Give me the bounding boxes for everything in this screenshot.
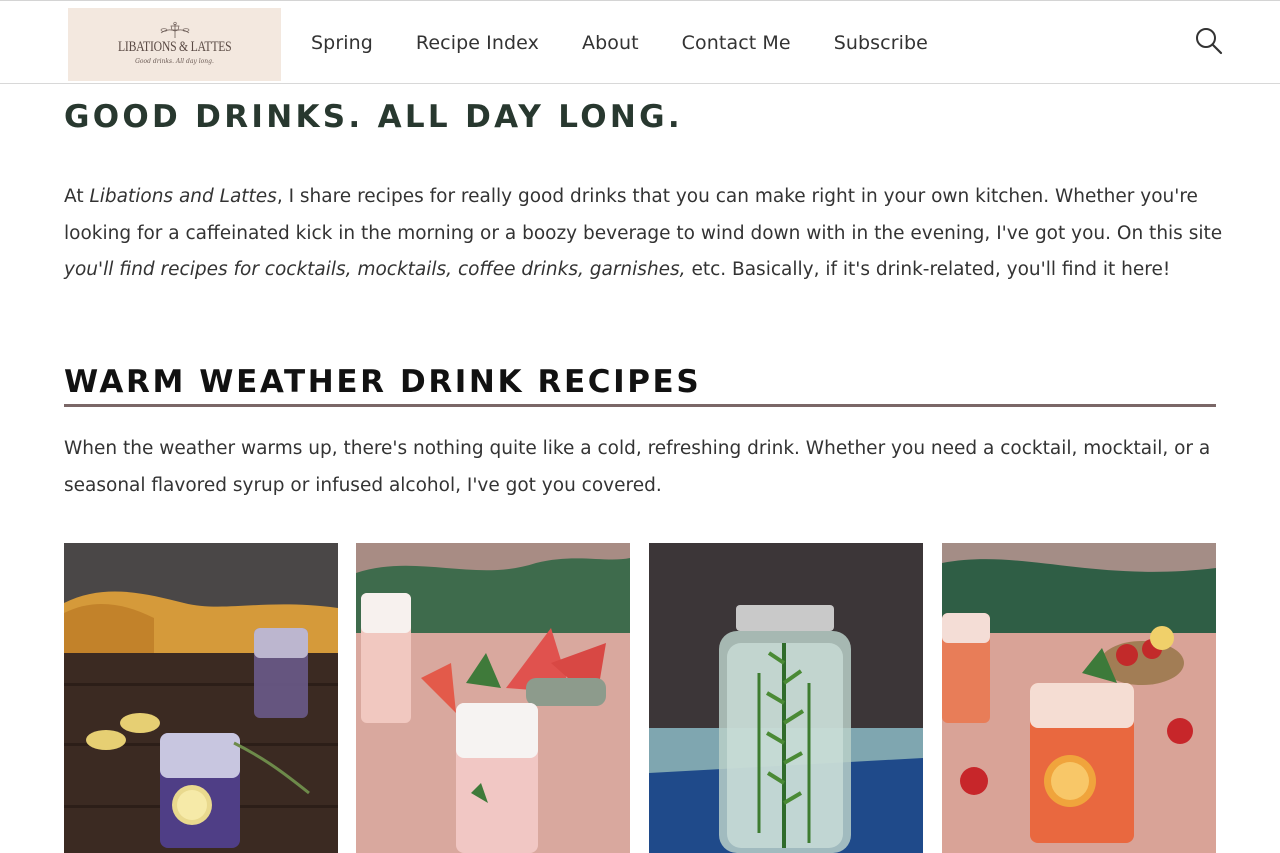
- nav-spring[interactable]: Spring: [311, 32, 373, 54]
- nav-recipe-index[interactable]: Recipe Index: [416, 32, 539, 54]
- logo-title: LIBATIONS & LATTES: [117, 38, 232, 55]
- section-description: When the weather warms up, there's nothi…: [64, 438, 1211, 496]
- nav-about[interactable]: About: [582, 32, 639, 54]
- section-divider: [64, 404, 1216, 407]
- intro-emphasis: you'll find recipes for cocktails, mockt…: [64, 259, 686, 280]
- page-title: GOOD DRINKS. ALL DAY LONG.: [64, 99, 683, 135]
- nav-contact-me[interactable]: Contact Me: [682, 32, 791, 54]
- logo-tagline: Good drinks. All day long.: [135, 57, 214, 65]
- intro-paragraph: At Libations and Lattes, I share recipes…: [64, 179, 1224, 289]
- recipe-card-image[interactable]: [942, 543, 1216, 853]
- site-header: LIBATIONS & LATTES Good drinks. All day …: [0, 0, 1280, 84]
- nav-subscribe[interactable]: Subscribe: [834, 32, 928, 54]
- recipe-card-image[interactable]: [64, 543, 338, 853]
- intro-text-3: etc. Basically, if it's drink-related, y…: [685, 259, 1171, 280]
- recipe-card-image[interactable]: [649, 543, 923, 853]
- section-title: WARM WEATHER DRINK RECIPES: [64, 364, 702, 400]
- search-icon[interactable]: [1193, 25, 1223, 55]
- site-logo[interactable]: LIBATIONS & LATTES Good drinks. All day …: [68, 8, 281, 81]
- botanical-icon: [160, 21, 189, 38]
- main-nav: Spring Recipe Index About Contact Me Sub…: [311, 1, 971, 85]
- recipe-card-image[interactable]: [356, 543, 630, 853]
- intro-brand: Libations and Lattes: [89, 186, 277, 207]
- intro-text-1: At: [64, 186, 90, 207]
